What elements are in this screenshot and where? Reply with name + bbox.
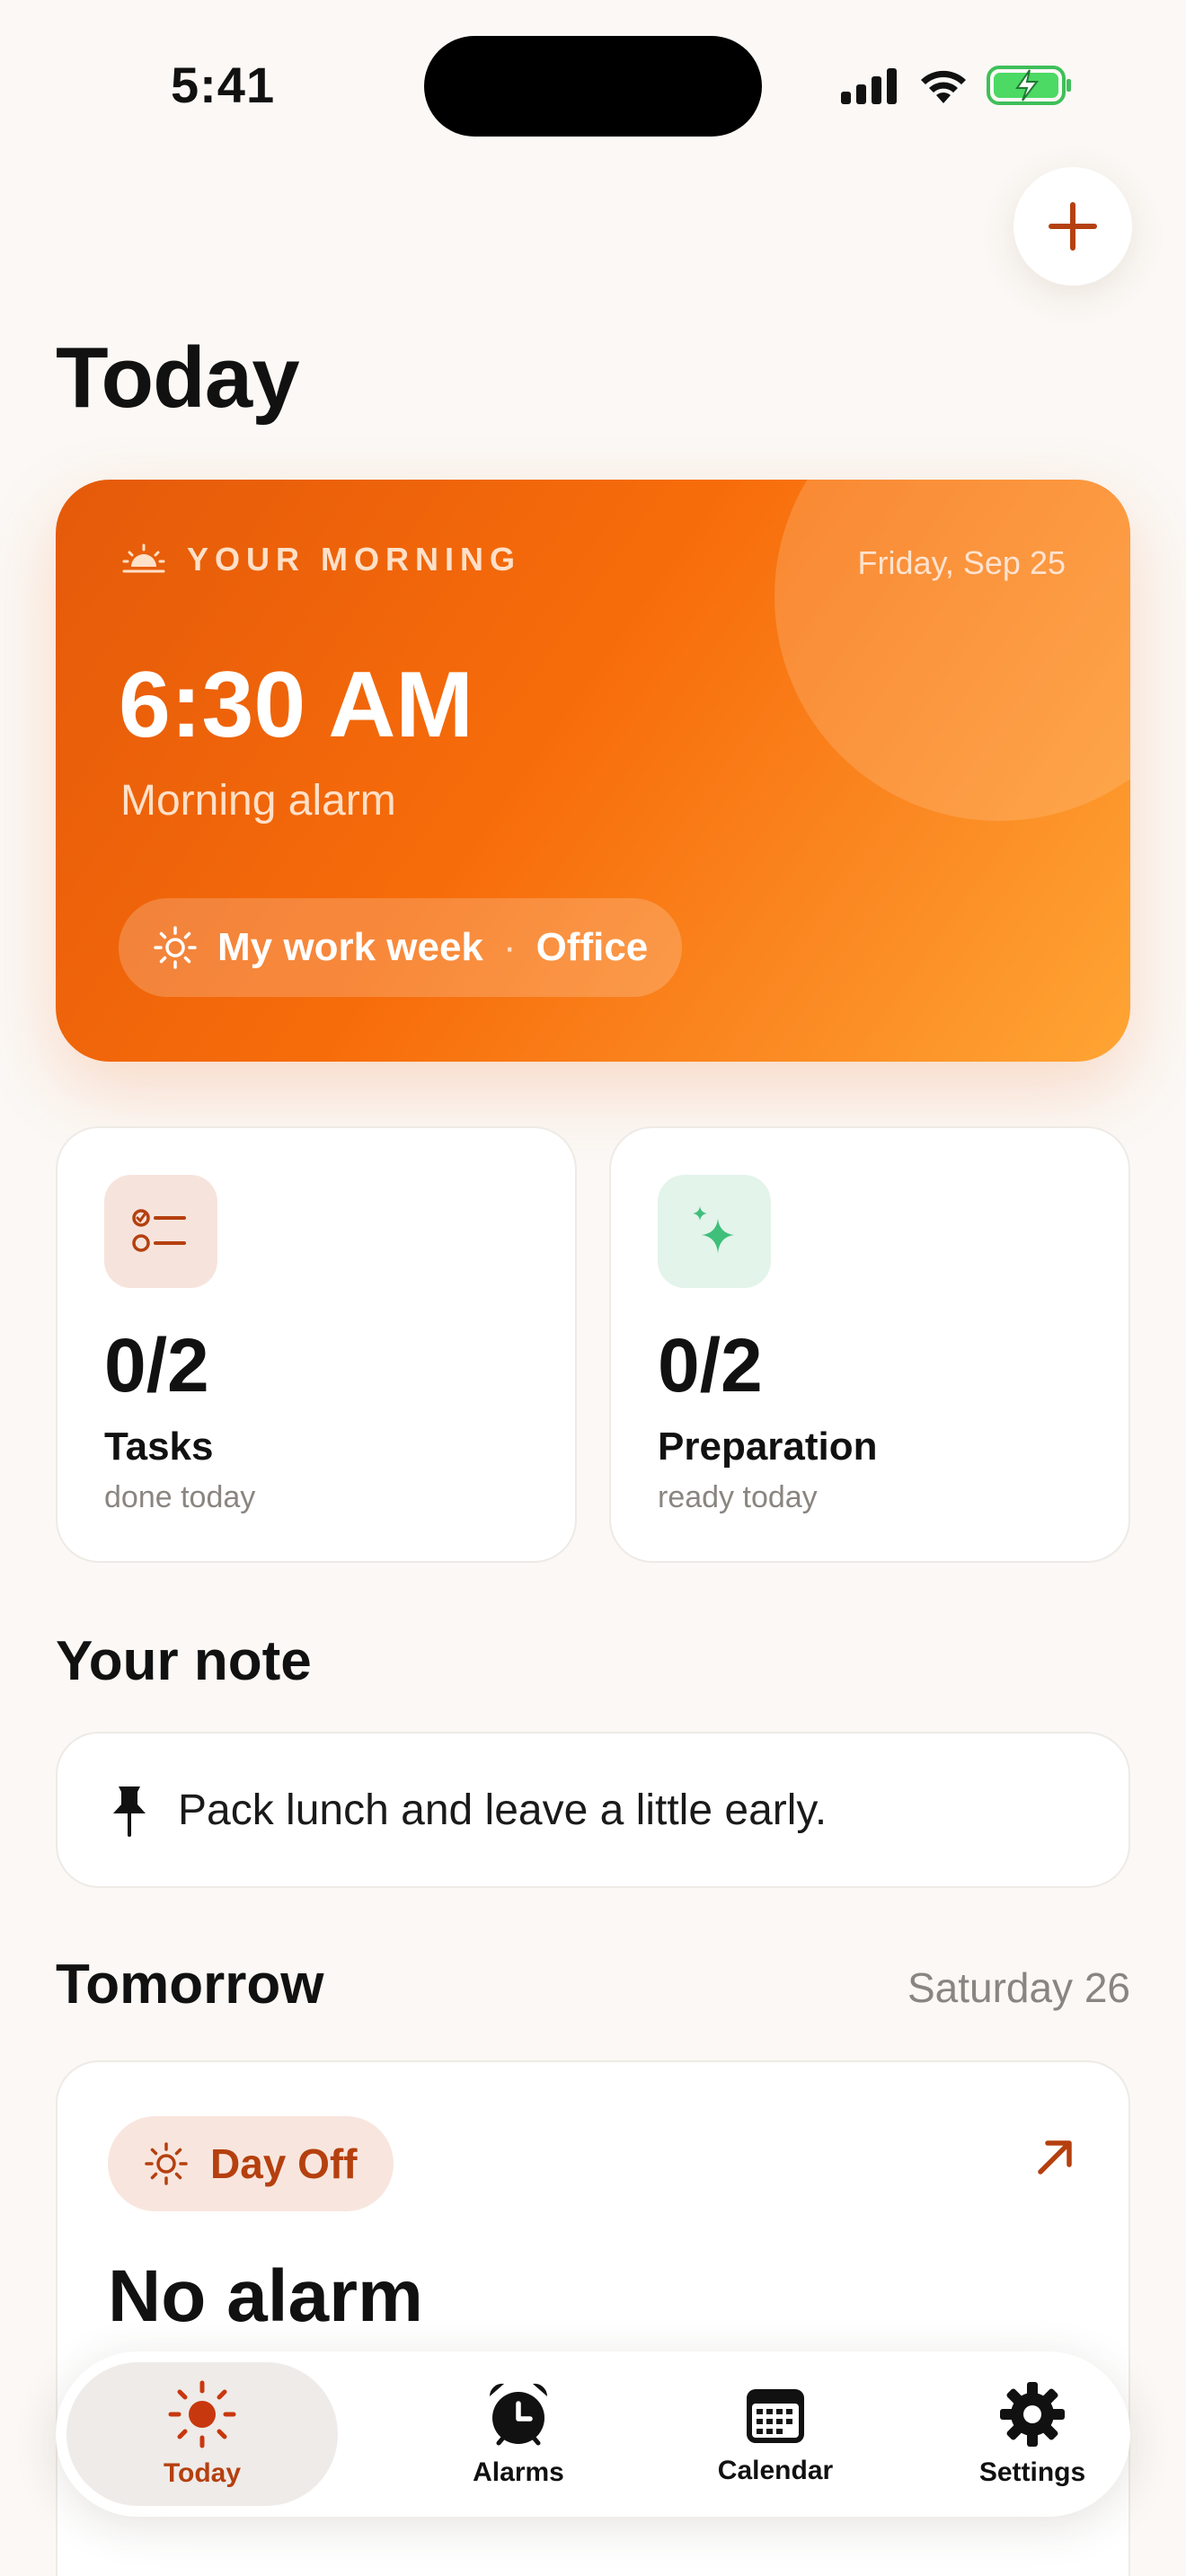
plus-icon [1049,202,1097,251]
wifi-icon [921,70,966,103]
preparation-card[interactable]: 0/2 Preparation ready today [609,1126,1130,1563]
dynamic-island [424,36,762,137]
cellular-signal-icon [841,68,897,104]
calendar-icon [747,2389,804,2443]
add-button[interactable] [1013,167,1132,286]
tab-today[interactable]: Today [66,2362,338,2506]
status-icons [839,63,1073,108]
sun-icon [145,2142,188,2185]
tomorrow-headline: No alarm [108,2255,423,2337]
tab-settings-label: Settings [978,2457,1086,2487]
sparkles-icon [693,1206,734,1253]
preparation-icon-tile [658,1175,771,1288]
tab-today-label: Today [163,2458,242,2488]
schedule-name: My work week [217,925,483,969]
day-off-badge: Day Off [108,2116,394,2211]
sunrise-icon [122,543,165,573]
checklist-icon [132,1209,186,1252]
day-off-label: Day Off [210,2140,358,2187]
alarm-time: 6:30 AM [119,653,474,757]
gear-icon [1000,2382,1065,2447]
alarm-name: Morning alarm [120,777,396,825]
tab-calendar[interactable]: Calendar [645,2351,906,2517]
tasks-label: Tasks [104,1425,214,1469]
sun-icon [154,926,197,969]
tab-settings[interactable]: Settings [902,2351,1163,2517]
tomorrow-date: Saturday 26 [907,1964,1130,2011]
hero-kicker: YOUR MORNING [122,541,521,578]
status-time: 5:41 [171,57,276,113]
tab-bar: Today Alarms Calendar Settings [56,2351,1130,2517]
page-title: Today [56,330,300,426]
arrow-up-right-icon[interactable] [1031,2134,1078,2181]
tab-calendar-label: Calendar [717,2456,834,2485]
preparation-label: Preparation [658,1425,878,1469]
tasks-sub: done today [104,1480,256,1514]
hero-date: Friday, Sep 25 [857,544,1066,581]
morning-alarm-card[interactable]: YOUR MORNING Friday, Sep 25 6:30 AM Morn… [56,480,1130,1062]
tab-alarms[interactable]: Alarms [388,2351,649,2517]
tab-alarms-label: Alarms [473,2457,564,2487]
schedule-pill[interactable]: My work week · Office [119,898,683,997]
battery-charging-icon [987,66,1071,105]
tomorrow-section-title: Tomorrow [56,1954,324,2016]
pin-icon [113,1786,146,1837]
note-card[interactable]: Pack lunch and leave a little early. [56,1732,1130,1888]
pill-separator: · [502,925,517,969]
preparation-count: 0/2 [658,1323,763,1407]
sun-icon [168,2380,236,2448]
preparation-sub: ready today [658,1480,818,1514]
decorative-sun-circle [774,480,1130,821]
tasks-icon-tile [104,1175,217,1288]
schedule-location: Office [535,925,649,969]
hero-kicker-label: YOUR MORNING [187,541,521,578]
tasks-card[interactable]: 0/2 Tasks done today [56,1126,577,1563]
note-section-title: Your note [56,1630,312,1692]
alarm-clock-icon [489,2383,548,2446]
note-text: Pack lunch and leave a little early. [178,1786,828,1834]
tasks-count: 0/2 [104,1323,209,1407]
